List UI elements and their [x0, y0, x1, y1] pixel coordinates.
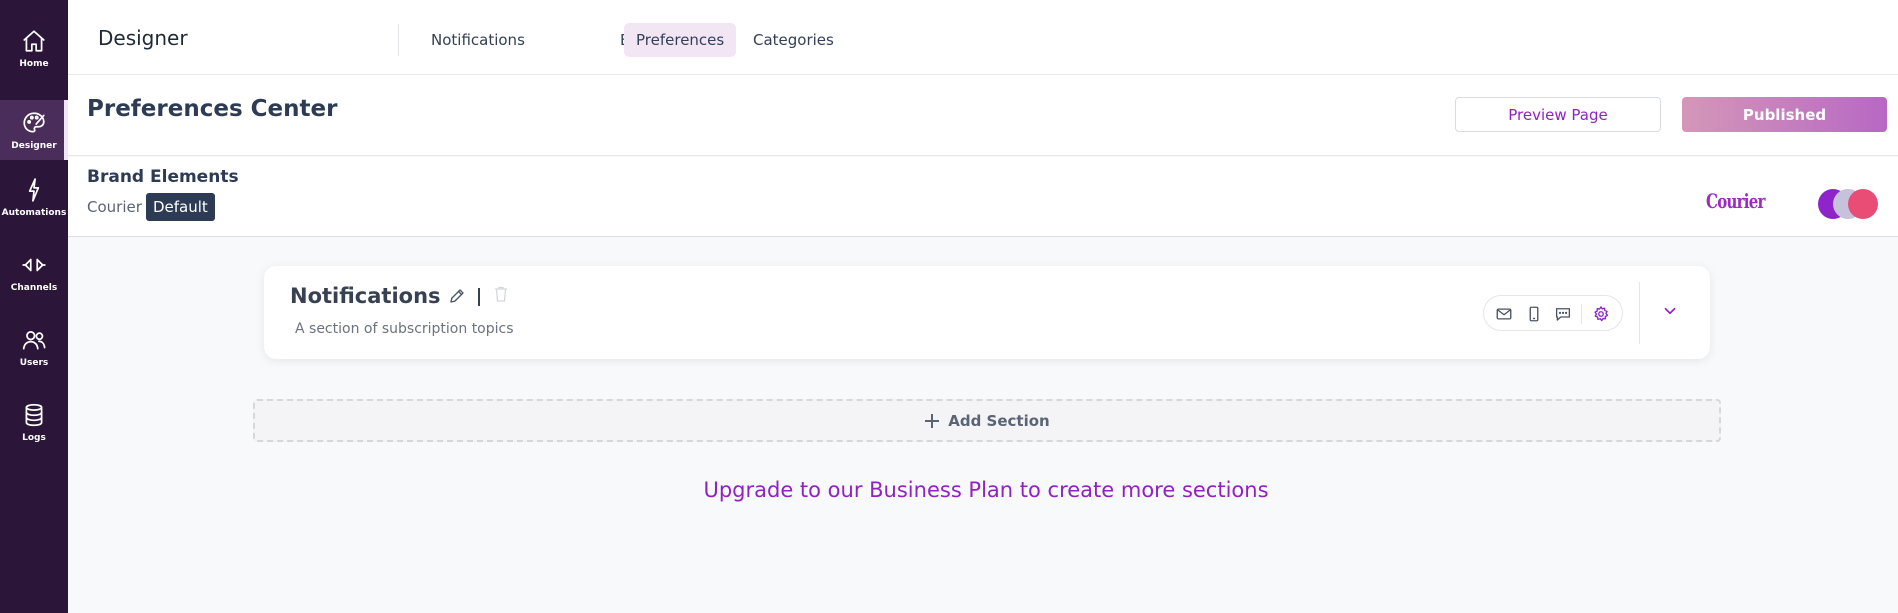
sidebar-item-designer[interactable]: Designer: [0, 100, 68, 160]
brand-elements-panel: Brand Elements Courier Default Courier: [68, 157, 1898, 237]
sidebar-item-users[interactable]: Users: [0, 316, 68, 378]
sidebar-item-label: Channels: [10, 282, 58, 293]
brand-name: Courier: [87, 198, 142, 216]
lightning-icon: [28, 177, 40, 202]
chevron-down-icon[interactable]: [1661, 302, 1679, 320]
divider: [398, 24, 399, 56]
divider: [478, 288, 480, 306]
page-title: Preferences Center: [87, 96, 338, 122]
preview-page-button[interactable]: Preview Page: [1455, 97, 1661, 132]
plus-icon: [925, 413, 940, 428]
tab-notifications[interactable]: Notifications: [419, 23, 537, 57]
page-header: Preferences Center Preview Page Publishe…: [68, 75, 1898, 156]
brand-logo: Courier: [1706, 189, 1765, 213]
sidebar-item-label: Automations: [1, 207, 67, 218]
top-bar: Designer Notifications Brands Preference…: [68, 0, 1898, 75]
database-icon: [25, 403, 43, 426]
home-icon: [23, 29, 45, 52]
sidebar-item-logs[interactable]: Logs: [0, 391, 68, 453]
brand-elements-title: Brand Elements: [87, 167, 239, 187]
default-badge: Default: [146, 193, 215, 221]
email-icon[interactable]: [1495, 305, 1513, 323]
tab-categories[interactable]: Categories: [741, 23, 846, 57]
section-card[interactable]: Notifications A section of subscription …: [264, 266, 1710, 359]
settings-icon[interactable]: [1592, 305, 1610, 323]
divider: [1581, 304, 1582, 324]
sidebar: Home Designer Automations Channels Users…: [0, 0, 68, 613]
sidebar-item-label: Designer: [11, 140, 57, 151]
sidebar-item-channels[interactable]: Channels: [0, 241, 68, 303]
sidebar-item-label: Logs: [22, 432, 46, 443]
section-description: A section of subscription topics: [295, 321, 514, 337]
sidebar-item-automations[interactable]: Automations: [0, 166, 68, 228]
chat-icon[interactable]: [1554, 305, 1572, 323]
section-title: Notifications: [290, 284, 441, 308]
divider: [1639, 282, 1640, 344]
channels-icon: [22, 258, 46, 271]
add-section-button[interactable]: Add Section: [253, 399, 1721, 442]
app-title: Designer: [98, 26, 188, 50]
channel-icons-group: [1483, 295, 1623, 331]
pencil-icon[interactable]: [448, 287, 466, 305]
palette-icon: [23, 111, 45, 133]
upgrade-link[interactable]: Upgrade to our Business Plan to create m…: [68, 478, 1898, 502]
trash-icon[interactable]: [494, 286, 508, 302]
sidebar-item-label: Home: [19, 58, 49, 69]
add-section-label: Add Section: [948, 411, 1050, 430]
mobile-icon[interactable]: [1525, 305, 1543, 323]
sidebar-item-label: Users: [19, 357, 49, 368]
tab-preferences[interactable]: Preferences: [624, 23, 737, 57]
published-button[interactable]: Published: [1682, 97, 1887, 132]
users-icon: [22, 330, 46, 350]
sidebar-item-home[interactable]: Home: [0, 17, 68, 79]
brand-color-swatch-tertiary: [1848, 189, 1878, 219]
